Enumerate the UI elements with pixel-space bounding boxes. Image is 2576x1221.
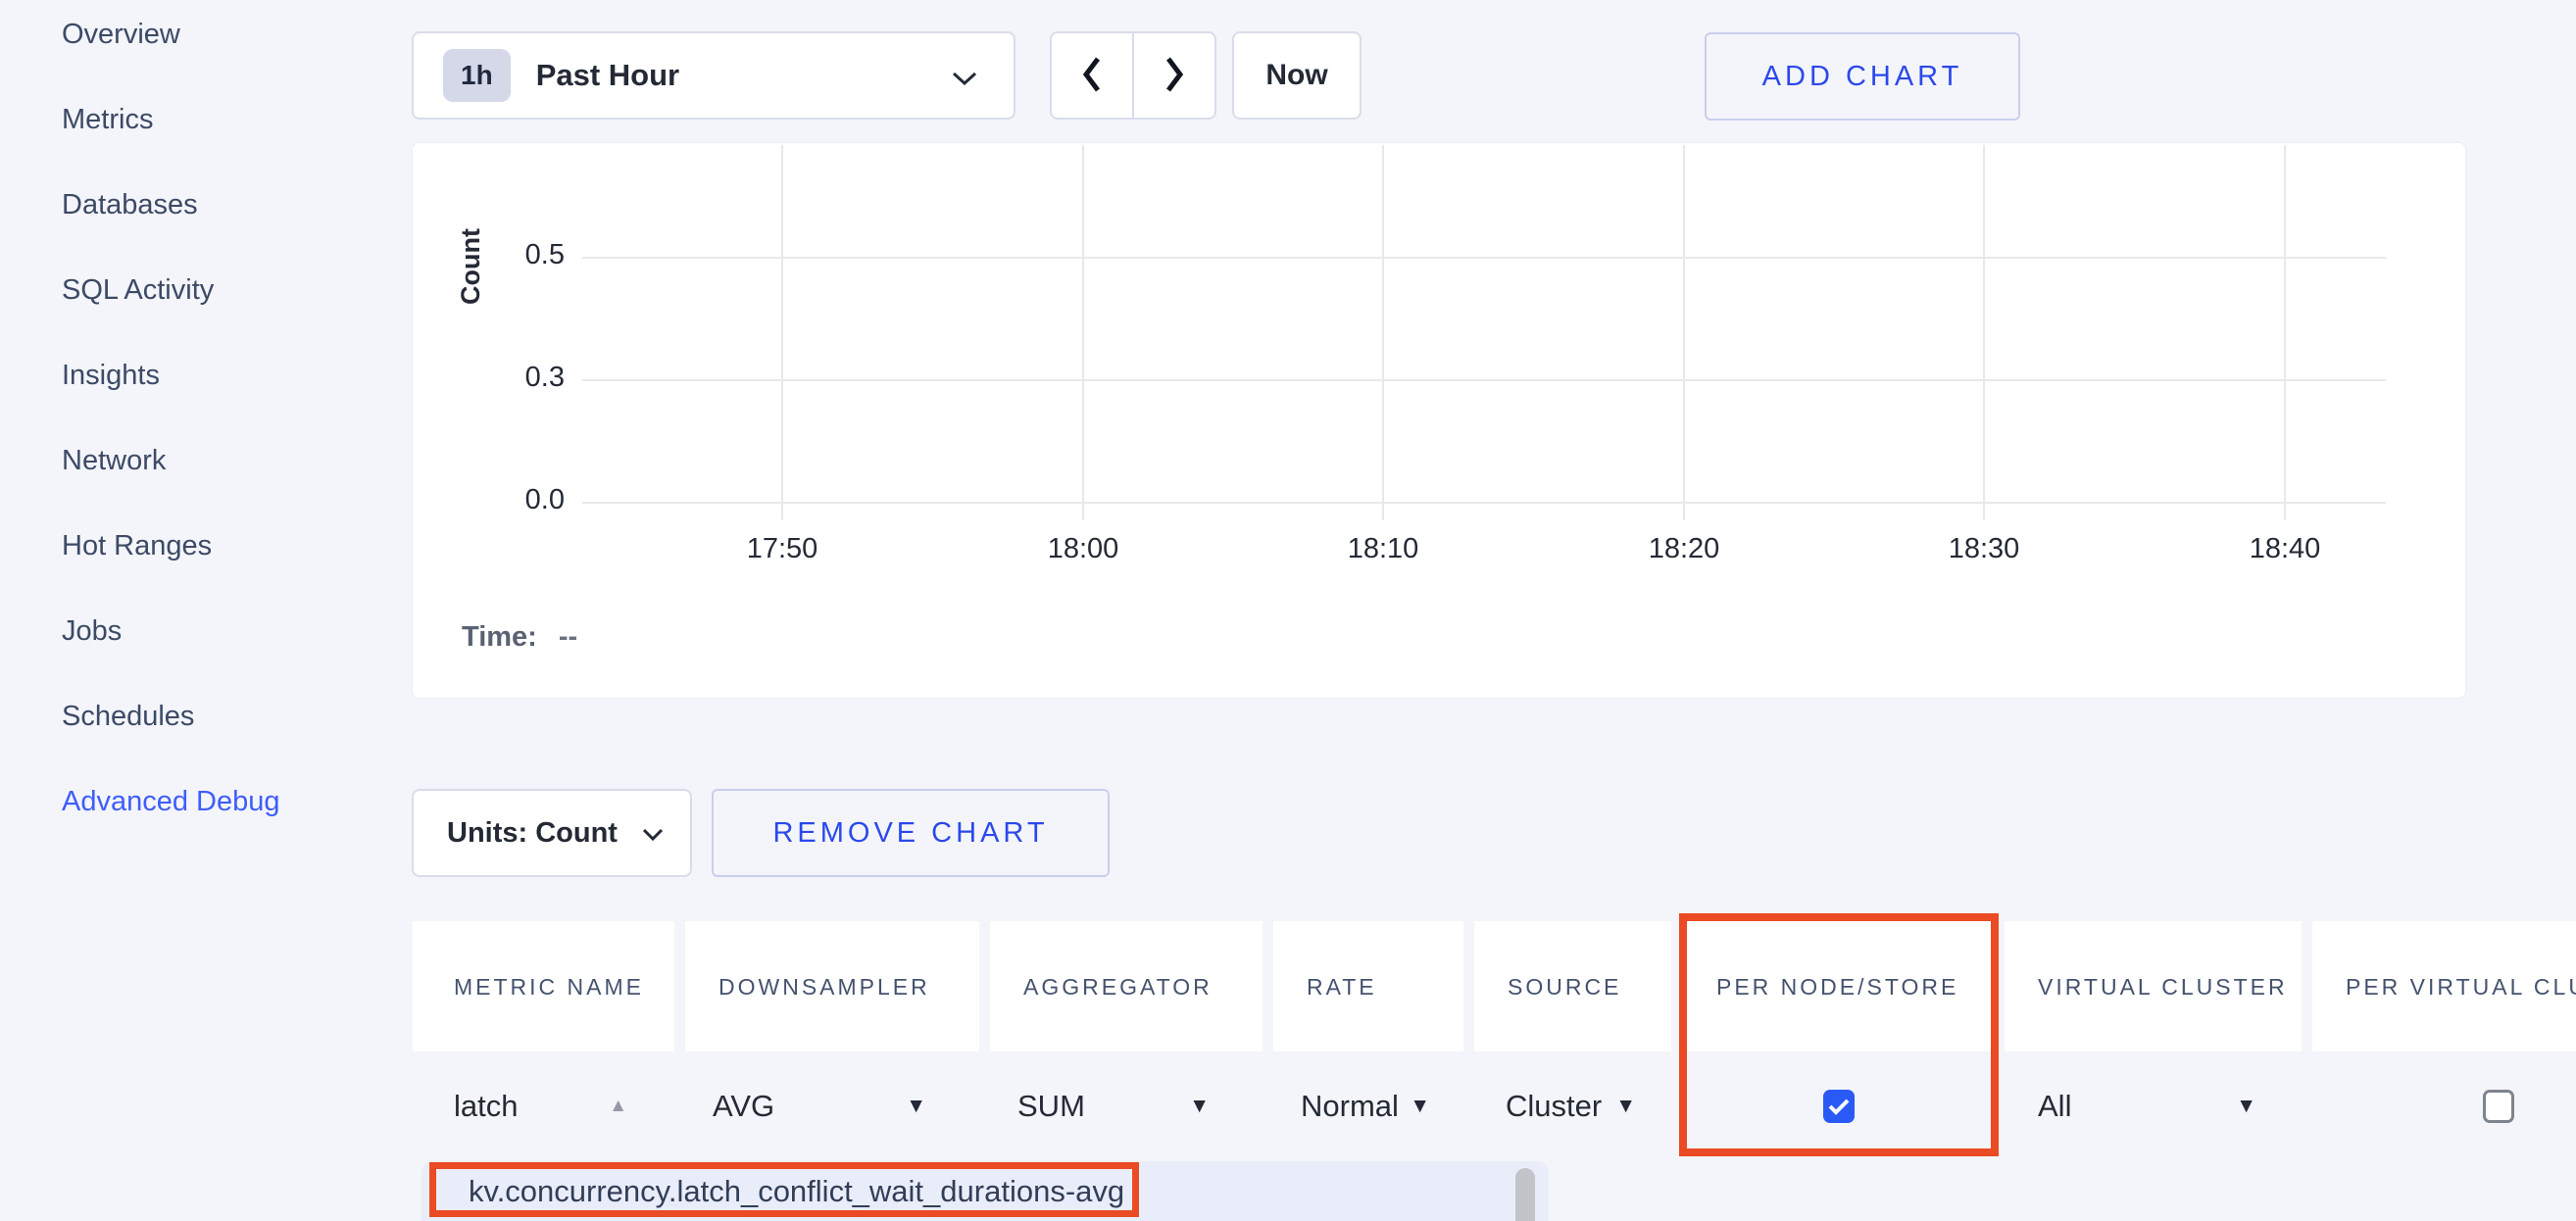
x-tick-label: 18:40 [2216,533,2353,565]
source-value: Cluster [1506,1089,1602,1124]
time-value: -- [559,621,577,653]
y-gridline [582,257,2386,259]
metric-suggestion-item[interactable]: kv.concurrency.latch_conflict_wait_durat… [469,1174,1124,1209]
column-header-per-node-store: PER NODE/STORE [1683,921,1994,1051]
chevron-right-icon [1162,54,1187,98]
next-time-button[interactable] [1134,33,1214,118]
virtual-cluster-select[interactable]: All ▼ [2005,1050,2302,1161]
plot-area[interactable]: 0.50.30.017:5018:0018:1018:2018:3018:40 [582,145,2386,503]
prev-time-button[interactable] [1052,33,1132,118]
downsampler-select[interactable]: AVG ▼ [685,1050,979,1161]
time-range-badge: 1h [443,49,511,102]
x-gridline [1683,145,1685,520]
dropdown-scrollbar[interactable] [1515,1168,1535,1221]
time-pager [1050,31,1216,120]
sidebar-item-insights[interactable]: Insights [62,358,280,394]
y-tick-label: 0.3 [461,362,565,394]
rate-value: Normal [1301,1089,1399,1124]
sidebar-item-network[interactable]: Network [62,443,280,479]
column-header-aggregator: AGGREGATOR [990,921,1263,1051]
x-gridline [2284,145,2286,520]
x-tick-label: 17:50 [714,533,851,565]
x-gridline [1983,145,1985,520]
units-select[interactable]: Units: Count [412,789,692,877]
sidebar-item-metrics[interactable]: Metrics [62,102,280,138]
x-gridline [1082,145,1084,520]
y-tick-label: 0.5 [461,239,565,271]
y-gridline [582,502,2386,504]
column-header-downsampler: DOWNSAMPLER [685,921,979,1051]
column-header-rate: RATE [1273,921,1463,1051]
rate-select[interactable]: Normal ▼ [1273,1050,1463,1161]
y-tick-label: 0.0 [461,484,565,516]
now-button[interactable]: Now [1232,31,1362,120]
add-chart-button[interactable]: ADD CHART [1705,32,2020,121]
chart-card: Count 0.50.30.017:5018:0018:1018:2018:30… [412,142,2466,699]
virtual-cluster-value: All [2038,1089,2071,1124]
x-tick-label: 18:00 [1015,533,1152,565]
aggregator-value: SUM [1017,1089,1085,1124]
per-virtual-cluster-cell [2312,1050,2576,1161]
x-gridline [1382,145,1384,520]
sidebar: Overview Metrics Databases SQL Activity … [62,17,280,820]
aggregator-select[interactable]: SUM ▼ [990,1050,1263,1161]
sidebar-item-databases[interactable]: Databases [62,187,280,223]
caret-down-icon: ▼ [2236,1095,2256,1118]
units-select-label: Units: Count [447,817,618,850]
column-header-source: SOURCE [1474,921,1671,1051]
source-select[interactable]: Cluster ▼ [1474,1050,1671,1161]
x-tick-label: 18:10 [1314,533,1452,565]
time-range-label: Past Hour [536,58,679,93]
chevron-down-icon [951,71,978,91]
metric-name-input[interactable]: latch ▲ [413,1050,674,1161]
sidebar-item-overview[interactable]: Overview [62,17,280,53]
sidebar-item-schedules[interactable]: Schedules [62,699,280,735]
caret-down-icon: ▼ [1189,1095,1210,1118]
sidebar-item-advanced-debug[interactable]: Advanced Debug [62,784,280,820]
chevron-down-icon [618,817,665,850]
chevron-left-icon [1079,54,1105,98]
caret-up-icon: ▲ [609,1096,627,1117]
caret-down-icon: ▼ [1410,1095,1430,1118]
remove-chart-button[interactable]: REMOVE CHART [712,789,1110,877]
per-node-store-checkbox[interactable] [1823,1090,1855,1123]
caret-down-icon: ▼ [1615,1095,1636,1118]
y-gridline [582,379,2386,381]
per-virtual-cluster-checkbox[interactable] [2483,1090,2514,1123]
custom-chart-debug-page: Overview Metrics Databases SQL Activity … [0,0,2576,1221]
x-tick-label: 18:20 [1615,533,1753,565]
column-header-per-virtual-cluster: PER VIRTUAL CLUSTER [2312,921,2576,1051]
sidebar-item-jobs[interactable]: Jobs [62,613,280,650]
per-node-store-cell [1683,1050,1994,1161]
downsampler-value: AVG [713,1089,774,1124]
chart-hover-time: Time: -- [462,621,577,654]
time-label: Time: [462,621,537,653]
column-header-virtual-cluster: VIRTUAL CLUSTER [2005,921,2302,1051]
sidebar-item-hot-ranges[interactable]: Hot Ranges [62,528,280,564]
x-gridline [781,145,783,520]
caret-down-icon: ▼ [906,1095,926,1118]
metric-suggestions-dropdown: kv.concurrency.latch_conflict_wait_durat… [421,1161,1549,1221]
time-range-selector[interactable]: 1h Past Hour [412,31,1016,120]
sidebar-item-sql-activity[interactable]: SQL Activity [62,272,280,309]
metric-name-value: latch [454,1089,518,1124]
column-header-metric-name: METRIC NAME [413,921,674,1051]
x-tick-label: 18:30 [1915,533,2053,565]
